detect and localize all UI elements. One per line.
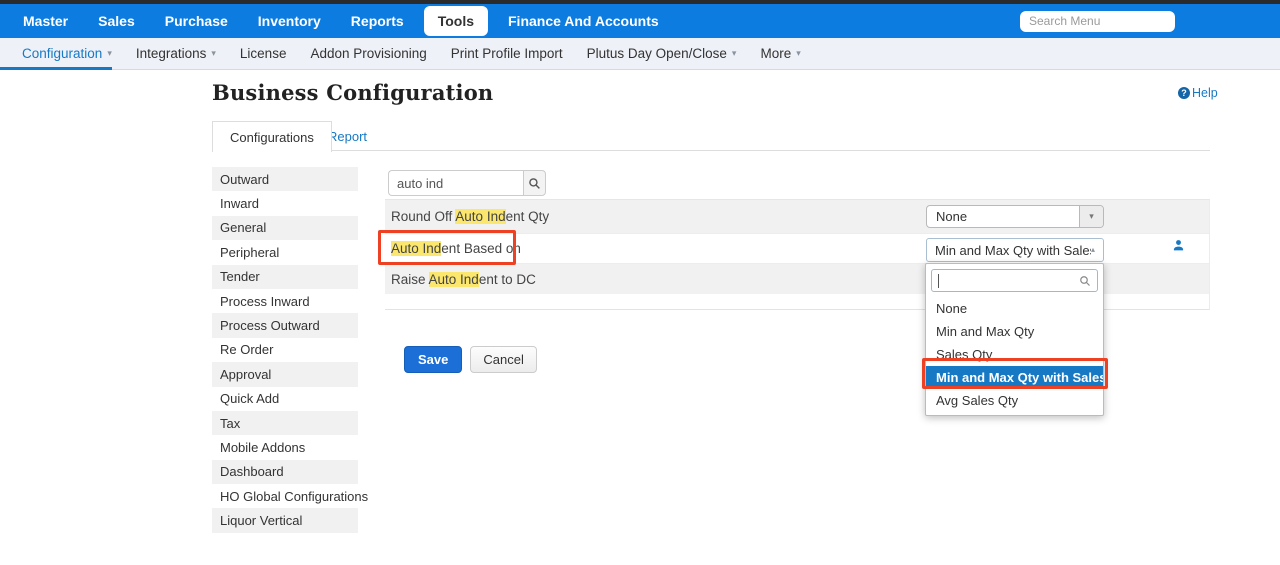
dropdown-option-sales-qty[interactable]: Sales Qty [926, 343, 1103, 366]
sidebar-item-mobile-addons[interactable]: Mobile Addons [212, 435, 358, 459]
sidebar-item-tender[interactable]: Tender [212, 265, 358, 289]
config-search-input[interactable] [388, 170, 523, 196]
subnav-item-more[interactable]: More ▾ [748, 46, 812, 61]
select-arrow-segment[interactable]: ▾ [1079, 206, 1103, 227]
dropdown-option-none[interactable]: None [926, 297, 1103, 320]
subnav-item-configuration[interactable]: Configuration ▾ [10, 46, 124, 61]
topnav-item-finance-and-accounts[interactable]: Finance And Accounts [498, 7, 669, 35]
person-icon[interactable] [1172, 239, 1185, 252]
config-search [388, 170, 546, 196]
sidebar-item-outward[interactable]: Outward [212, 167, 358, 191]
topnav-item-sales[interactable]: Sales [88, 7, 145, 35]
label-text: ent Based on [441, 241, 521, 256]
search-button[interactable] [523, 170, 546, 196]
sidebar-item-inward[interactable]: Inward [212, 191, 358, 215]
search-highlight: Auto Ind [391, 241, 441, 256]
auto-indent-dropdown-panel: None Min and Max Qty Sales Qty Min and M… [925, 263, 1104, 416]
topnav-item-master[interactable]: Master [13, 7, 78, 35]
search-highlight: Auto Ind [455, 209, 505, 224]
topnav-item-reports[interactable]: Reports [341, 7, 414, 35]
help-circle-icon: ? [1178, 87, 1190, 99]
chevron-down-icon: ▾ [732, 49, 737, 58]
topnav-item-purchase[interactable]: Purchase [155, 7, 238, 35]
label-text: Raise [391, 272, 429, 287]
dropdown-option-min-and-max-qty-with-sales-info[interactable]: Min and Max Qty with Sales Info [926, 366, 1103, 389]
tab-configurations[interactable]: Configurations [212, 121, 332, 152]
label-text: ent to DC [479, 272, 536, 287]
sidebar-item-tax[interactable]: Tax [212, 411, 358, 435]
text-cursor [938, 274, 939, 288]
subnav-item-integrations[interactable]: Integrations ▾ [124, 46, 228, 61]
save-button[interactable]: Save [404, 346, 462, 373]
subnav-label: Integrations [136, 46, 207, 61]
page-title: Business Configuration [212, 80, 493, 105]
sidebar-item-general[interactable]: General [212, 216, 358, 240]
select-value: Min and Max Qty with Sales ... [935, 243, 1091, 258]
subnav-item-print-profile-import[interactable]: Print Profile Import [439, 46, 575, 61]
config-row-round-off-auto-indent-qty: Round Off Auto Indent Qty None ▾ [385, 200, 1209, 233]
dropdown-option-min-and-max-qty[interactable]: Min and Max Qty [926, 320, 1103, 343]
sidebar-item-approval[interactable]: Approval [212, 362, 358, 386]
label-text: ent Qty [506, 209, 550, 224]
cancel-button[interactable]: Cancel [470, 346, 536, 373]
subnav-item-plutus-day-open-close[interactable]: Plutus Day Open/Close ▾ [575, 46, 749, 61]
chevron-up-icon: ▴ [1091, 246, 1095, 254]
sidebar-item-peripheral[interactable]: Peripheral [212, 240, 358, 264]
top-navbar: Master Sales Purchase Inventory Reports … [0, 4, 1280, 38]
form-actions: Save Cancel [404, 346, 537, 373]
sidebar-item-quick-add[interactable]: Quick Add [212, 387, 358, 411]
chevron-down-icon: ▾ [211, 49, 216, 58]
magnifier-icon [1079, 275, 1091, 287]
label-text: Round Off [391, 209, 455, 224]
topnav-item-tools[interactable]: Tools [424, 6, 488, 36]
subnav-label: License [240, 46, 287, 61]
dropdown-option-avg-sales-qty[interactable]: Avg Sales Qty [926, 389, 1103, 412]
subnav-label: Configuration [22, 46, 102, 61]
menu-search-input[interactable] [1020, 11, 1175, 32]
select-value: None [927, 206, 1079, 227]
round-off-auto-indent-qty-select[interactable]: None ▾ [926, 205, 1104, 228]
config-row-label: Raise Auto Indent to DC [385, 272, 536, 287]
subnav-item-addon-provisioning[interactable]: Addon Provisioning [298, 46, 438, 61]
help-label: Help [1192, 86, 1218, 100]
dropdown-search-box[interactable] [931, 269, 1098, 292]
auto-indent-based-on-select[interactable]: Min and Max Qty with Sales ... ▴ [926, 238, 1104, 262]
search-highlight: Auto Ind [429, 272, 479, 287]
sidebar-item-dashboard[interactable]: Dashboard [212, 460, 358, 484]
sub-navbar: Configuration ▾ Integrations ▾ License A… [0, 38, 1280, 70]
config-category-list: Outward Inward General Peripheral Tender… [212, 167, 358, 533]
chevron-down-icon: ▾ [796, 49, 801, 58]
sidebar-item-liquor-vertical[interactable]: Liquor Vertical [212, 508, 358, 532]
sidebar-item-re-order[interactable]: Re Order [212, 338, 358, 362]
config-row-auto-indent-based-on: Auto Indent Based on Min and Max Qty wit… [385, 233, 1209, 264]
active-tab-underline [0, 67, 112, 70]
subnav-label: Addon Provisioning [310, 46, 426, 61]
config-row-label: Auto Indent Based on [385, 241, 521, 256]
help-link[interactable]: ? Help [1178, 86, 1218, 100]
chevron-down-icon: ▾ [1089, 212, 1094, 221]
app-window: Master Sales Purchase Inventory Reports … [0, 0, 1280, 565]
sidebar-item-process-inward[interactable]: Process Inward [212, 289, 358, 313]
sidebar-item-ho-global-configurations[interactable]: HO Global Configurations [212, 484, 358, 508]
magnifier-icon [528, 177, 541, 190]
chevron-down-icon: ▾ [107, 49, 112, 58]
subnav-label: Plutus Day Open/Close [587, 46, 727, 61]
subnav-item-license[interactable]: License [228, 46, 299, 61]
subnav-label: More [760, 46, 791, 61]
topnav-item-inventory[interactable]: Inventory [248, 7, 331, 35]
subnav-label: Print Profile Import [451, 46, 563, 61]
sidebar-item-process-outward[interactable]: Process Outward [212, 313, 358, 337]
config-row-label: Round Off Auto Indent Qty [385, 209, 549, 224]
